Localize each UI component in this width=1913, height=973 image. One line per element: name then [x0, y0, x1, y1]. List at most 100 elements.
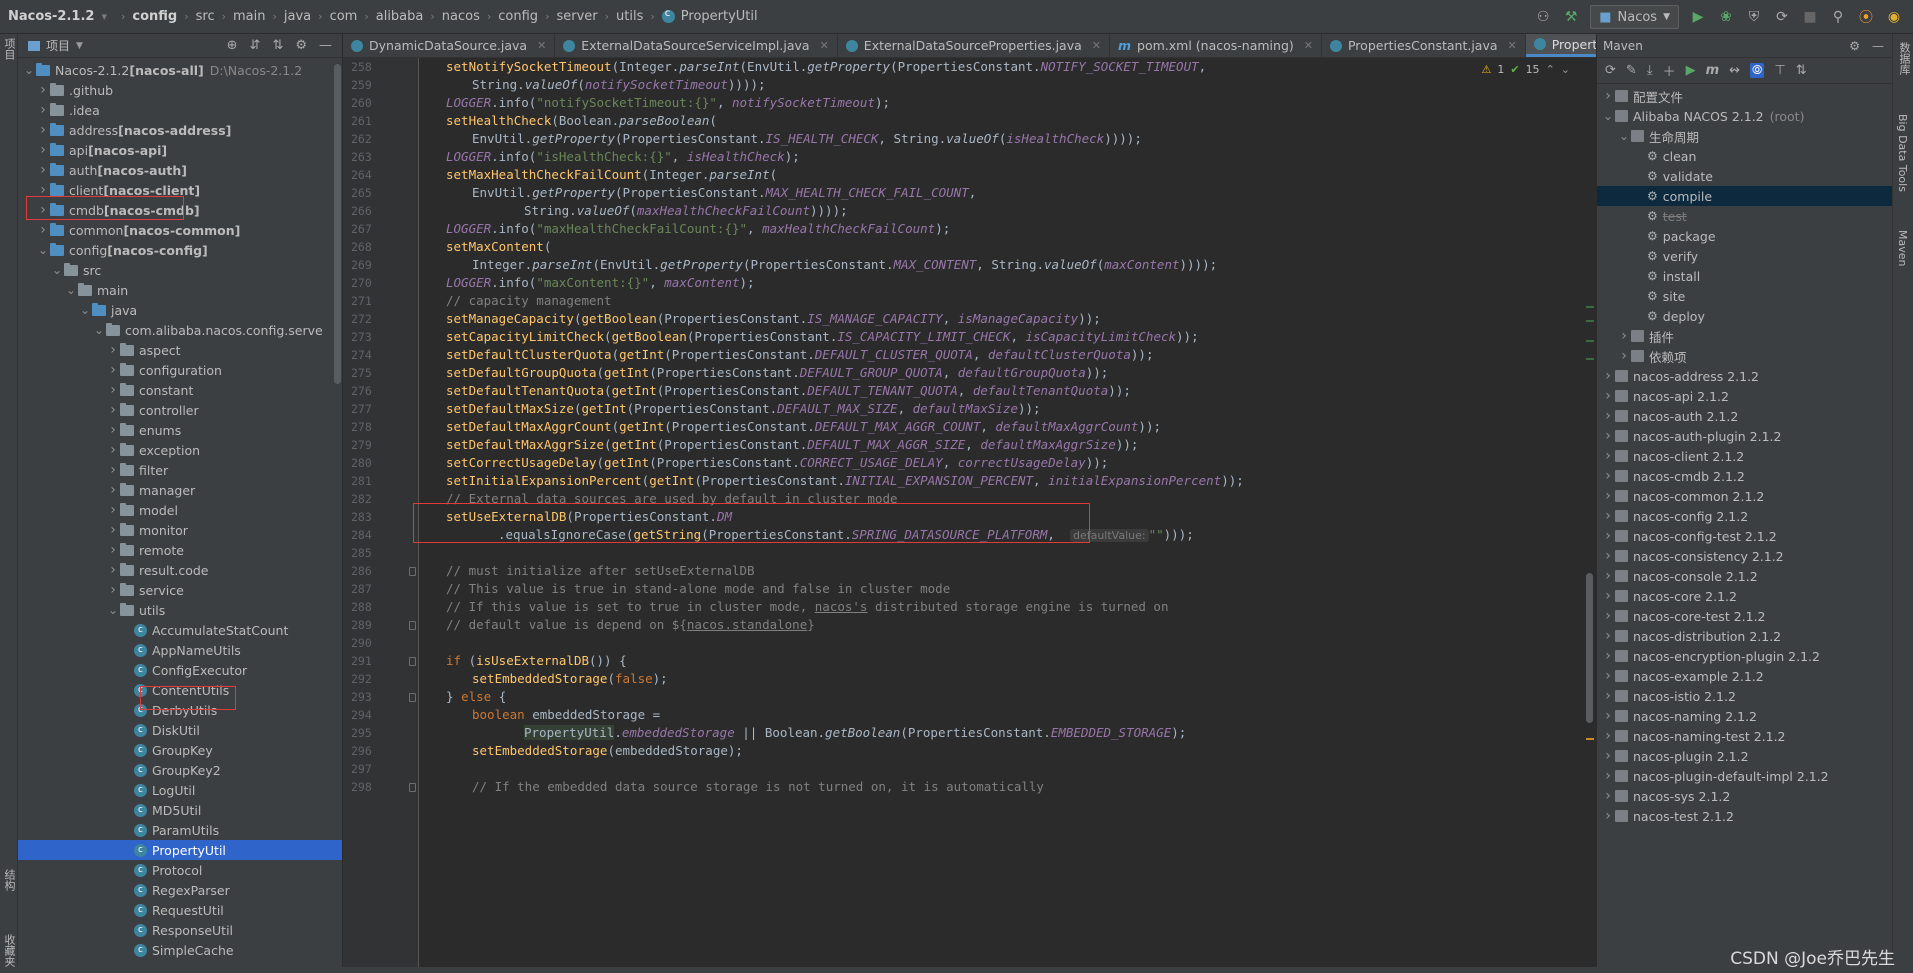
chevron-right-icon[interactable]: › [1601, 808, 1615, 824]
chevron-right-icon[interactable]: › [106, 442, 120, 458]
stop-icon[interactable]: ■ [1801, 8, 1819, 26]
editor-tab[interactable]: ExternalDataSourceServiceImpl.java ✕ [555, 34, 838, 57]
chevron-right-icon[interactable]: › [36, 182, 50, 198]
code-line[interactable]: LOGGER.info("notifySocketTimeout:{}", no… [420, 94, 890, 112]
execute-goal-icon[interactable]: m [1706, 63, 1720, 78]
tree-item[interactable]: › result.code [18, 560, 342, 580]
maven-tree-item[interactable]: ⚙ deploy [1597, 306, 1892, 326]
tree-item[interactable]: c PropertyUtil [18, 840, 342, 860]
tree-item[interactable]: c ConfigExecutor [18, 660, 342, 680]
code-line[interactable]: PropertyUtil.embeddedStorage || Boolean.… [420, 724, 1186, 742]
maven-tree-item[interactable]: › nacos-istio 2.1.2 [1597, 686, 1892, 706]
download-icon[interactable]: ⤓ [1647, 63, 1653, 78]
code-line[interactable]: setHealthCheck(Boolean.parseBoolean( [420, 112, 717, 130]
code-line[interactable]: // default value is depend on ${nacos.st… [420, 616, 815, 634]
maven-tree-item[interactable]: › nacos-common 2.1.2 [1597, 486, 1892, 506]
code-line[interactable]: String.valueOf(notifySocketTimeout)))); [420, 76, 766, 94]
code-line[interactable]: setDefaultMaxAggrSize(getInt(PropertiesC… [420, 436, 1138, 454]
scroll-thumb[interactable] [1586, 573, 1593, 723]
fold-icon[interactable] [409, 567, 416, 576]
chevron-right-icon[interactable]: › [106, 482, 120, 498]
user-icon[interactable]: ⚇ [1534, 8, 1552, 26]
tree-item[interactable]: ⌄ src [18, 260, 342, 280]
run-configuration-select[interactable]: ■ Nacos ▼ [1590, 5, 1679, 29]
chevron-right-icon[interactable]: › [106, 502, 120, 518]
tree-item[interactable]: c Protocol [18, 860, 342, 880]
maven-tree-item[interactable]: › nacos-client 2.1.2 [1597, 446, 1892, 466]
code-line[interactable]: boolean embeddedStorage = [420, 706, 660, 724]
maven-tree-item[interactable]: › nacos-api 2.1.2 [1597, 386, 1892, 406]
chevron-right-icon[interactable]: › [106, 562, 120, 578]
chevron-right-icon[interactable]: › [1617, 328, 1631, 344]
fold-icon[interactable] [409, 657, 416, 666]
close-icon[interactable]: ✕ [537, 39, 546, 52]
tree-item[interactable]: c SimpleCache [18, 940, 342, 960]
maven-tree-item[interactable]: › 插件 [1597, 326, 1892, 346]
code-line[interactable]: setMaxHealthCheckFailCount(Integer.parse… [420, 166, 777, 184]
maven-tree-item[interactable]: › nacos-core 2.1.2 [1597, 586, 1892, 606]
chevron-right-icon[interactable]: › [1601, 528, 1615, 544]
locate-icon[interactable]: ⊕ [227, 38, 238, 53]
maven-tree-item[interactable]: › nacos-config 2.1.2 [1597, 506, 1892, 526]
editor-tab[interactable]: DynamicDataSource.java ✕ [343, 34, 556, 57]
maven-tree-item[interactable]: ⚙ site [1597, 286, 1892, 306]
skip-tests-icon[interactable]: ⦾ [1750, 63, 1765, 78]
chevron-down-icon[interactable]: ⌄ [78, 303, 92, 317]
tree-item[interactable]: c AccumulateStatCount [18, 620, 342, 640]
hide-icon[interactable]: — [319, 38, 332, 53]
fold-icon[interactable] [409, 621, 416, 630]
build-hammer-icon[interactable]: ⚒ [1562, 8, 1580, 26]
project-panel-title[interactable]: 项目 [46, 37, 70, 54]
maven-tree-item[interactable]: › 依赖项 [1597, 346, 1892, 366]
code-line[interactable]: setNotifySocketTimeout(Integer.parseInt(… [420, 58, 1206, 76]
code-line[interactable]: // capacity management [420, 292, 612, 310]
breadcrumb-item[interactable]: config [132, 9, 177, 24]
tree-item[interactable]: ⌄ utils [18, 600, 342, 620]
tree-item[interactable]: › .idea [18, 100, 342, 120]
tree-item[interactable]: c DiskUtil [18, 720, 342, 740]
editor-tab[interactable]: PropertiesConstant.java ✕ [1322, 34, 1526, 57]
code-line[interactable]: setDefaultClusterQuota(getInt(Properties… [420, 346, 1153, 364]
tree-item[interactable]: › auth [nacos-auth] [18, 160, 342, 180]
chevron-right-icon[interactable]: › [1601, 508, 1615, 524]
tree-item[interactable]: c LogUtil [18, 780, 342, 800]
chevron-right-icon[interactable]: › [106, 382, 120, 398]
code-line[interactable]: // must initialize after setUseExternalD… [420, 562, 755, 580]
maven-tree-item[interactable]: ⚙ install [1597, 266, 1892, 286]
code-line[interactable]: LOGGER.info("maxContent:{}", maxContent)… [420, 274, 755, 292]
structure-tool-tab[interactable]: 结构 [1, 869, 17, 891]
code-line[interactable]: LOGGER.info("maxHealthCheckFailCount:{}"… [420, 220, 950, 238]
tree-item[interactable]: c MD5Util [18, 800, 342, 820]
chevron-right-icon[interactable]: › [106, 402, 120, 418]
maven-tree-item[interactable]: › nacos-consistency 2.1.2 [1597, 546, 1892, 566]
tree-item[interactable]: › cmdb [nacos-cmdb] [18, 200, 342, 220]
chevron-right-icon[interactable]: › [36, 82, 50, 98]
update-icon[interactable]: ⦿ [1857, 8, 1875, 26]
code-line[interactable]: setEmbeddedStorage(false); [420, 670, 668, 688]
breadcrumb-item[interactable]: utils [616, 9, 643, 24]
chevron-right-icon[interactable]: › [36, 202, 50, 218]
maven-tree-item[interactable]: › nacos-sys 2.1.2 [1597, 786, 1892, 806]
chevron-right-icon[interactable]: › [1601, 788, 1615, 804]
hide-icon[interactable]: — [1872, 39, 1884, 53]
chevron-right-icon[interactable]: › [1601, 608, 1615, 624]
chevron-right-icon[interactable]: › [1601, 748, 1615, 764]
tree-item[interactable]: c ContentUtils [18, 680, 342, 700]
breadcrumb-item[interactable]: alibaba [376, 9, 424, 24]
chevron-right-icon[interactable]: › [1601, 668, 1615, 684]
breadcrumb-item[interactable]: src [196, 9, 215, 24]
maven-tree-item[interactable]: › 配置文件 [1597, 86, 1892, 106]
code-line[interactable]: .equalsIgnoreCase(getString(PropertiesCo… [420, 526, 1194, 544]
run-icon[interactable]: ▶ [1689, 8, 1707, 26]
code-line[interactable]: } else { [420, 688, 506, 706]
maven-tree-item[interactable]: › nacos-example 2.1.2 [1597, 666, 1892, 686]
tree-item[interactable]: › exception [18, 440, 342, 460]
tree-item[interactable]: ⌄ com.alibaba.nacos.config.serve [18, 320, 342, 340]
tree-item[interactable]: ⌄ config [nacos-config] [18, 240, 342, 260]
maven-tree-item[interactable]: › nacos-naming 2.1.2 [1597, 706, 1892, 726]
tree-item[interactable]: › filter [18, 460, 342, 480]
tree-item[interactable]: c RequestUtil [18, 900, 342, 920]
tree-item[interactable]: c ResponseUtil [18, 920, 342, 940]
chevron-right-icon[interactable]: › [1601, 428, 1615, 444]
maven-tree-item[interactable]: › nacos-core-test 2.1.2 [1597, 606, 1892, 626]
